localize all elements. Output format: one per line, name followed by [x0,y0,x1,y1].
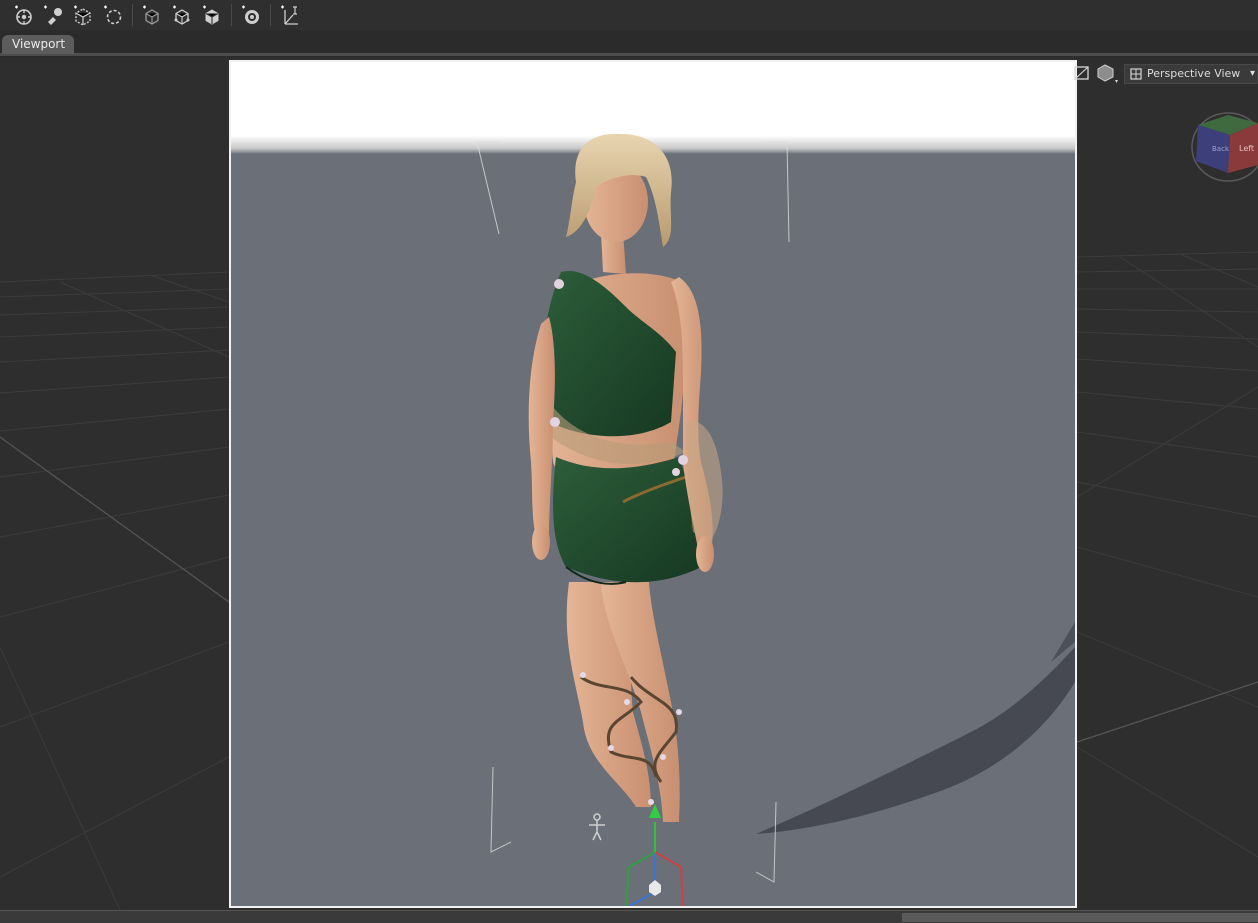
toolbar [0,0,1258,30]
add-selection-icon [102,4,124,26]
add-selection-button[interactable] [98,2,128,28]
view-cube[interactable]: Back Left [1188,107,1258,183]
add-primitive-button[interactable] [137,2,167,28]
view-layout-icon [1130,68,1142,80]
character-figure[interactable] [231,62,1075,906]
add-cube-icon [72,4,94,26]
view-mode-label: Perspective View [1147,67,1240,80]
status-bar-right-strip [902,913,1258,922]
tab-viewport[interactable]: Viewport [2,35,74,54]
add-solid-cube-icon [201,4,223,26]
toolbar-separator [231,4,232,26]
view-cube-left-label: Left [1239,144,1254,153]
add-solid-cube-button[interactable] [197,2,227,28]
chevron-down-icon: ▾ [1250,65,1255,83]
render-settings-icon[interactable] [1073,64,1091,82]
render-preview-frame [229,60,1077,908]
add-cube-button[interactable] [68,2,98,28]
draw-style-icon[interactable] [1097,61,1121,85]
add-light-icon [240,4,262,26]
add-camera-icon [279,4,301,26]
add-primitive-icon [141,4,163,26]
status-bar [0,910,1258,923]
view-cube-back-label: Back [1212,145,1230,153]
toolbar-separator [132,4,133,26]
universal-tool-button[interactable] [8,2,38,28]
node-weight-brush-button[interactable] [38,2,68,28]
add-light-button[interactable] [236,2,266,28]
add-camera-button[interactable] [275,2,305,28]
universal-tool-icon [12,4,34,26]
add-group-icon [171,4,193,26]
viewport-3d[interactable]: Perspective View ▾ Back Left [0,57,1258,910]
view-mode-select[interactable]: Perspective View ▾ [1124,64,1258,84]
node-weight-brush-icon [42,4,64,26]
pane-tab-strip: Viewport [0,30,1258,56]
toolbar-separator [270,4,271,26]
add-group-button[interactable] [167,2,197,28]
